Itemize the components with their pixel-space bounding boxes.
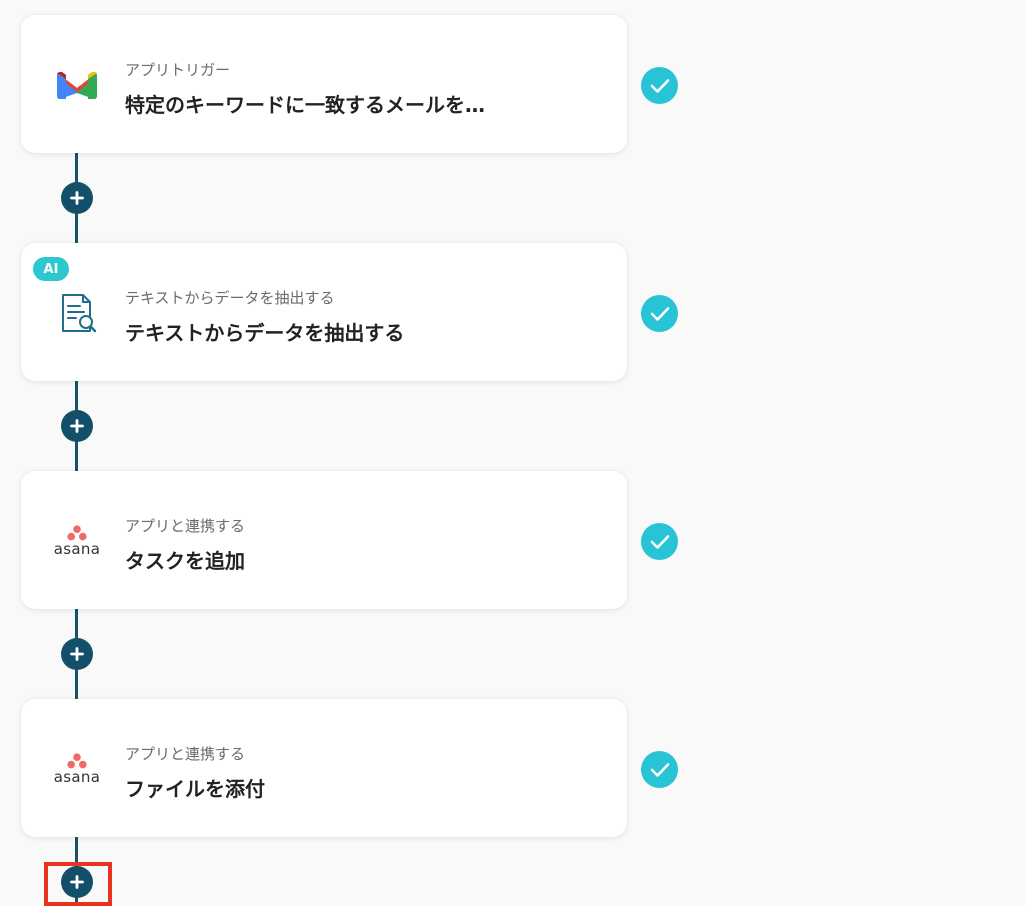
flow-step-extract-data[interactable]: AI テキストからデータを抽出する テキストからデータを抽出する	[21, 243, 627, 381]
flow-step-asana-attach-file[interactable]: asana アプリと連携する ファイルを添付	[21, 699, 627, 837]
check-icon	[641, 751, 678, 788]
asana-wordmark: asana	[53, 768, 101, 786]
add-step-button-1[interactable]	[61, 182, 93, 214]
plus-icon	[70, 419, 84, 433]
step-title: テキストからデータを抽出する	[125, 321, 405, 345]
asana-wordmark: asana	[53, 540, 101, 558]
step-title: ファイルを添付	[125, 777, 265, 801]
check-icon	[641, 523, 678, 560]
highlight-box	[44, 862, 112, 906]
step-subtitle: アプリと連携する	[125, 517, 246, 535]
flow-step-gmail-trigger[interactable]: アプリトリガー 特定のキーワードに一致するメールを…	[21, 15, 627, 153]
asana-icon: asana	[53, 749, 101, 789]
asana-icon: asana	[53, 521, 101, 561]
step-title: タスクを追加	[125, 549, 245, 573]
ai-badge: AI	[33, 257, 69, 281]
document-search-icon	[53, 293, 101, 333]
add-step-button-3[interactable]	[61, 638, 93, 670]
step-subtitle: アプリトリガー	[125, 61, 231, 79]
add-step-button-2[interactable]	[61, 410, 93, 442]
check-icon	[641, 295, 678, 332]
plus-icon	[70, 647, 84, 661]
gmail-icon	[53, 65, 101, 105]
step-subtitle: アプリと連携する	[125, 745, 246, 763]
check-icon	[641, 67, 678, 104]
plus-icon	[70, 191, 84, 205]
step-subtitle: テキストからデータを抽出する	[125, 289, 335, 307]
flow-step-asana-add-task[interactable]: asana アプリと連携する タスクを追加	[21, 471, 627, 609]
step-title: 特定のキーワードに一致するメールを…	[125, 93, 485, 117]
